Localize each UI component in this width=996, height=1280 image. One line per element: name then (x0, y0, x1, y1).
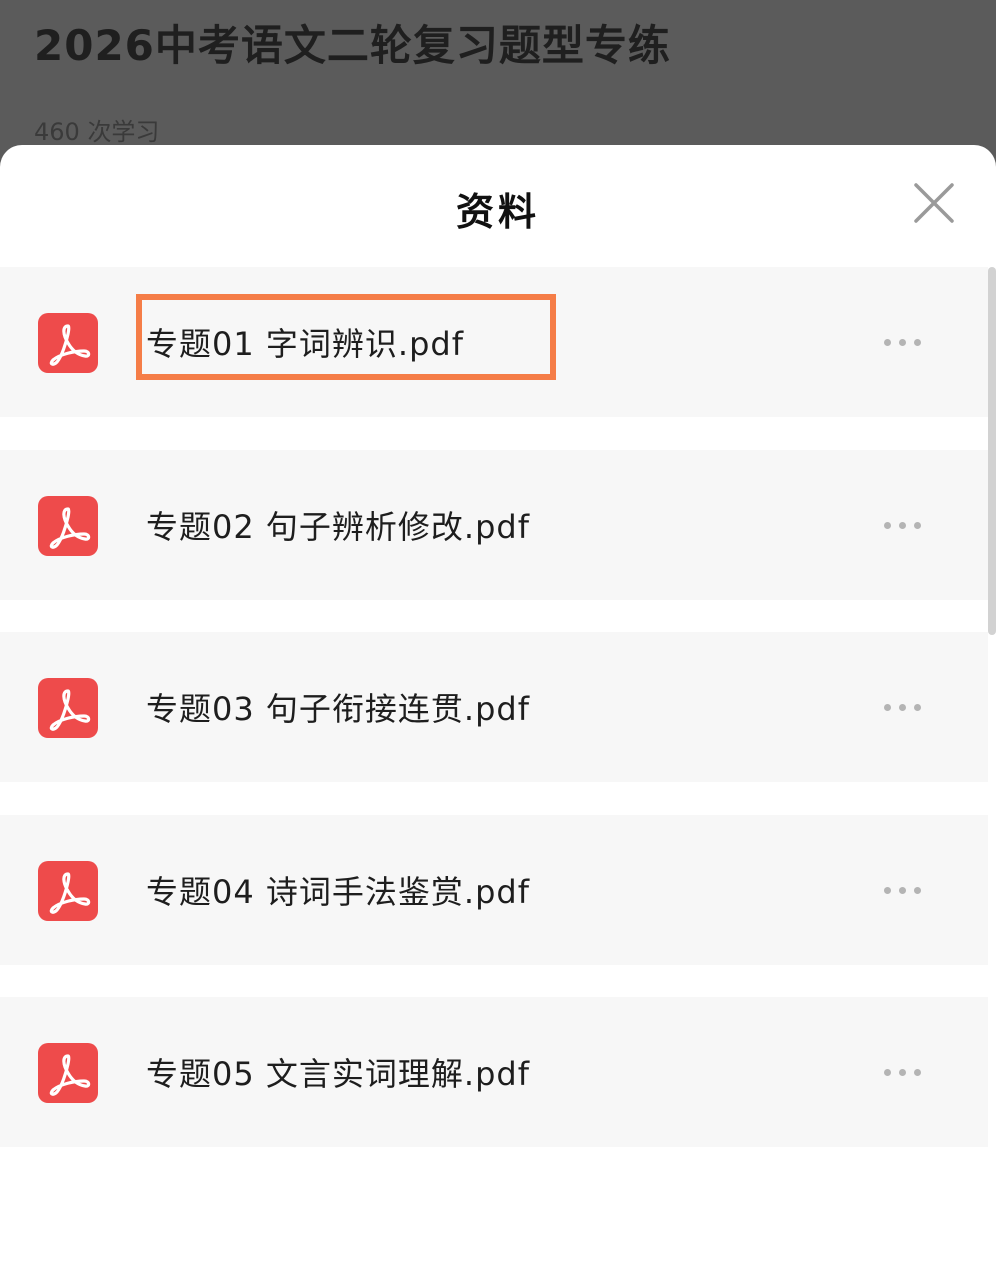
close-icon[interactable] (906, 175, 962, 231)
highlight-box (136, 294, 556, 380)
pdf-icon (38, 1043, 98, 1103)
file-name: 专题02 句子辨析修改.pdf (146, 508, 530, 546)
file-row[interactable]: 专题03 句子衔接连贯.pdf (0, 632, 988, 782)
sheet-title: 资料 (455, 190, 540, 234)
file-row[interactable]: 专题05 文言实词理解.pdf (0, 997, 988, 1147)
study-count: 460 次学习 (34, 118, 160, 146)
pdf-icon (38, 678, 98, 738)
file-row[interactable]: 专题01 字词辨识.pdf (0, 267, 988, 417)
pdf-icon (38, 496, 98, 556)
scrollbar[interactable] (988, 267, 996, 635)
more-options-icon[interactable] (874, 508, 930, 542)
more-options-icon[interactable] (874, 690, 930, 724)
file-row[interactable]: 专题02 句子辨析修改.pdf (0, 450, 988, 600)
file-name: 专题04 诗词手法鉴赏.pdf (146, 873, 530, 911)
more-options-icon[interactable] (874, 325, 930, 359)
materials-sheet: 资料 专题01 字词辨识.pdf 专题02 句子辨析修改.pdf 专题03 句子… (0, 145, 996, 1280)
file-name: 专题05 文言实词理解.pdf (146, 1055, 530, 1093)
pdf-icon (38, 861, 98, 921)
file-row[interactable]: 专题04 诗词手法鉴赏.pdf (0, 815, 988, 965)
file-name: 专题03 句子衔接连贯.pdf (146, 690, 530, 728)
more-options-icon[interactable] (874, 873, 930, 907)
pdf-icon (38, 313, 98, 373)
more-options-icon[interactable] (874, 1055, 930, 1089)
course-title: 2026中考语文二轮复习题型专练 (34, 21, 671, 70)
